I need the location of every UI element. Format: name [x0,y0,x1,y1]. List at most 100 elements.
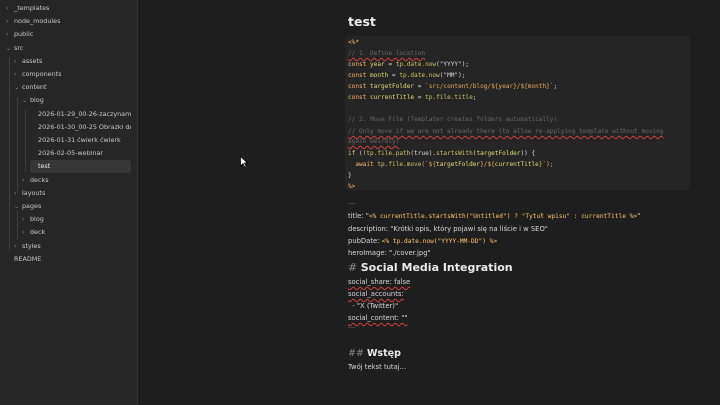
code-token: }`); [538,161,554,168]
chevron-right-icon: › [6,18,9,26]
sidebar-item-styles[interactable]: › styles [14,240,131,253]
code-open-tag: <%* [348,38,359,48]
frontmatter-separator: --- [348,200,356,208]
fm-key: description: [348,225,391,233]
heading-text: Wstęp [366,348,401,359]
code-token: %> [348,183,356,190]
chevron-right-icon: › [22,216,25,224]
chevron-right-icon: › [6,31,9,39]
code-line-await: await tp.file.move(`${targetFolder}/${cu… [348,160,554,170]
file-explorer-sidebar: › _templates › node_modules › public ⌄ src › asse… [0,0,138,405]
chevron-right-icon: › [6,5,9,12]
chevron-down-icon: ⌄ [22,97,28,105]
sidebar-item-2026-01-29-00-26-zaczynamy[interactable]: 2026-01-29_00-26-zaczynamy [30,108,131,121]
note-title[interactable]: test [348,14,376,29]
code-token: currentTitle [370,94,415,101]
code-token: tp.file.move [377,161,422,168]
code-token: ("MM"); [439,72,466,79]
code-token: again weirdly) [348,138,400,145]
sidebar-item-src[interactable]: ⌄ src [6,42,131,55]
frontmatter-heroimage: heroImage: "./cover.jpg" [348,249,431,257]
code-token: // 2. Move File (Templater creates folde… [348,116,558,123]
code-token: = [388,72,400,79]
code-token: )) { [520,150,536,157]
body-text: Twój tekst tutaj... [348,363,407,371]
sidebar-item-label: 2026-01-29_00-26-zaczynamy [38,109,131,118]
code-token: ; [553,83,558,90]
indent-guide [9,57,10,252]
line-text: social_accounts: [348,290,404,298]
code-token: }/${ [480,161,495,168]
code-token: const [348,94,371,101]
code-token: = [414,83,426,90]
code-token: year [370,61,385,68]
code-token: ("YYYY"); [436,61,470,68]
sidebar-item-blog[interactable]: ⌄ blog [22,94,131,107]
code-comment-2: // 2. Move File (Templater creates folde… [348,115,557,125]
sidebar-item-label: decks [30,175,49,184]
chevron-down-icon: ⌄ [14,203,20,210]
sidebar-item-2026-02-05-webinar[interactable]: 2026-02-05-webinar [30,147,131,160]
code-token: ; [472,94,477,101]
sidebar-item-deck[interactable]: › deck [22,226,131,239]
chevron-down-icon: ⌄ [14,84,20,92]
sidebar-item-label: deck [30,228,46,237]
sidebar-item-label: blog [30,96,44,105]
sidebar-item-test[interactable]: test [30,160,131,174]
sidebar-item-node-modules[interactable]: › node_modules [6,15,131,28]
sidebar-item-decks[interactable]: › decks [22,174,131,187]
social-accounts-line: social_accounts: [348,289,404,300]
chevron-down-icon: ⌄ [6,44,12,52]
code-line-target-folder: const targetFolder = `src/content/blog/$… [348,82,557,92]
code-comment-3: // Only move if we are not already there… [348,127,664,137]
code-token: const [348,72,371,79]
sidebar-item-label: _templates [14,4,50,12]
code-comment-1: // 1. Define location [348,49,425,59]
sidebar-item-label: styles [22,241,41,250]
sidebar-item-assets[interactable]: › assets [14,55,131,68]
twitter-line: - "X (Twitter)" [348,302,399,310]
social-share-line: social_share: false [348,277,410,288]
frontmatter-description: description: "Krótki opis, który pojawi … [348,224,548,235]
indent-guide [17,211,18,240]
sidebar-item-label: pages [22,202,42,210]
code-close-brace: } [348,171,352,181]
frontmatter-separator-2: --- [348,324,356,332]
sidebar-item-label: 2026-01-30_00-25 Obrazki do p... [38,122,131,131]
sidebar-item-2026-01-30-00-25-obrazki-do-p[interactable]: 2026-01-30_00-25 Obrazki do p... [30,121,131,134]
sidebar-item-label: public [14,30,34,39]
indent-guide [17,97,18,193]
chevron-right-icon: › [14,242,17,250]
sidebar-item-label: blog [30,215,44,224]
code-token: (`${ [421,161,437,168]
code-token: tp.file.title [425,94,473,101]
sidebar-item-layouts[interactable]: › layouts [14,187,131,200]
sidebar-item-components[interactable]: › components [14,68,131,81]
code-line-current-title: const currentTitle = tp.file.title; [348,93,476,103]
fm-key: pubDate: [348,237,382,245]
mouse-cursor-icon [240,156,248,168]
sidebar-item-label: assets [22,56,43,65]
fm-template: <% tp.date.now("YYYY-MM-DD") %> [381,238,498,245]
code-token: } [348,172,352,179]
chevron-right-icon: › [14,189,17,197]
code-token: currentTitle [494,161,539,168]
code-line-year: const year = tp.date.now("YYYY"); [348,60,469,70]
code-token: <%* [348,39,360,46]
code-token: targetFolder [476,150,521,157]
sidebar-item-templates[interactable]: › _templates [6,2,131,15]
heading-text: Social Media Integration [360,261,513,274]
sidebar-item-label: node_modules [14,17,61,26]
sidebar-item-public[interactable]: › public [6,28,131,41]
sidebar-item-blog[interactable]: › blog [22,213,131,226]
heading-wstep: ## Wstęp [348,348,401,359]
frontmatter-title: title: "<% currentTitle.startsWith("Unti… [348,211,640,222]
chevron-right-icon: › [14,57,17,65]
code-token: month [370,72,389,79]
code-token: = [384,61,396,68]
sidebar-item-readme[interactable]: README [6,253,131,266]
sidebar-item-label: README [14,254,42,263]
sidebar-item-content[interactable]: ⌄ content [14,81,131,94]
sidebar-item-2026-01-31-wierk-wierk[interactable]: 2026-01-31 ćwierk ćwierk [30,134,131,147]
sidebar-item-pages[interactable]: ⌄ pages [14,200,131,213]
